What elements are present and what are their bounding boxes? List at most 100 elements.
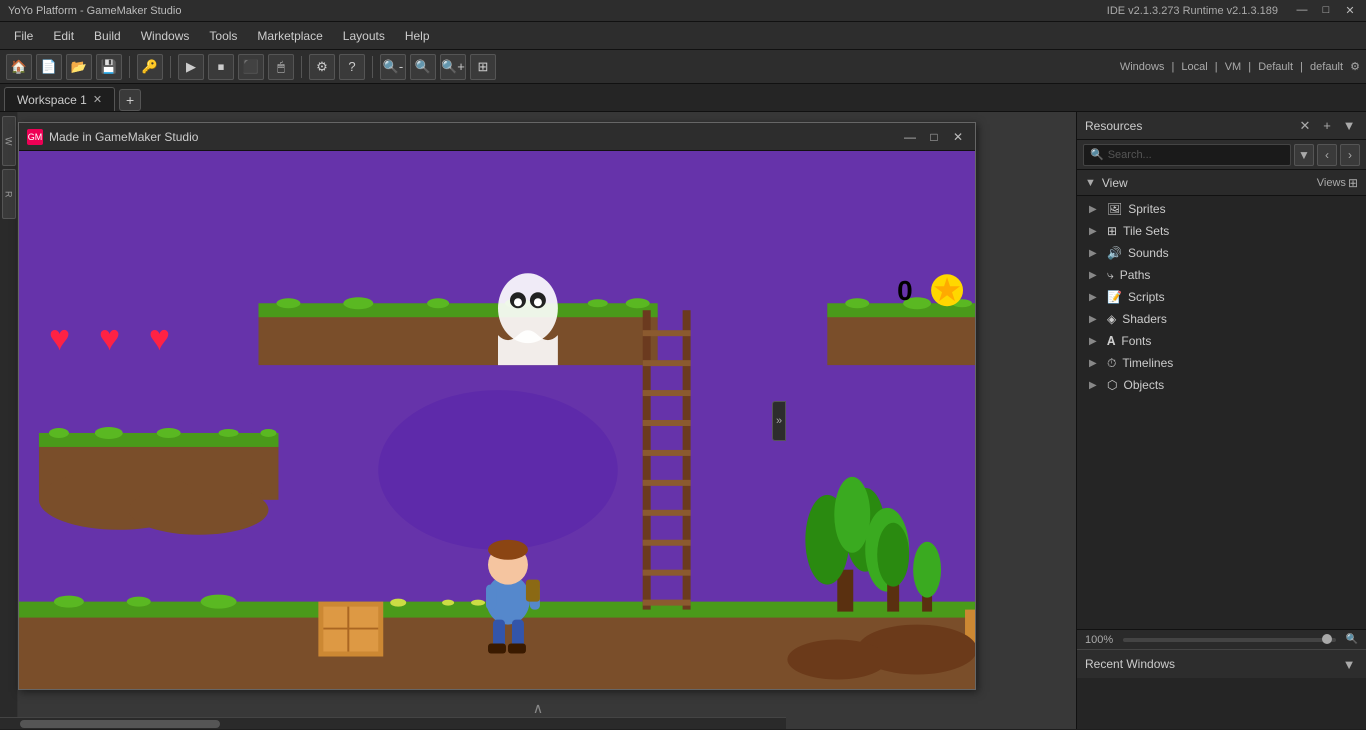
nav-next-btn[interactable]: › bbox=[1340, 144, 1360, 166]
mini-tab-2[interactable]: R bbox=[2, 169, 16, 219]
stop-button[interactable]: ⏹ bbox=[208, 54, 234, 80]
maximize-button[interactable]: □ bbox=[1318, 4, 1334, 17]
game-window-title: Made in GameMaker Studio bbox=[49, 130, 901, 144]
views-grid-icon: ⊞ bbox=[1348, 176, 1358, 190]
run-button[interactable]: ▶ bbox=[178, 54, 204, 80]
sep-2 bbox=[170, 56, 171, 78]
views-button[interactable]: Views ⊞ bbox=[1317, 176, 1358, 190]
objects-icon: ⬡ bbox=[1107, 378, 1117, 392]
new-button[interactable]: 📄 bbox=[36, 54, 62, 80]
side-panel-collapse-button[interactable]: » bbox=[772, 401, 786, 441]
workspace-tab-close[interactable]: ✕ bbox=[93, 93, 102, 106]
tilesets-label: Tile Sets bbox=[1123, 224, 1169, 238]
sounds-icon: 🔊 bbox=[1107, 246, 1122, 260]
recent-windows-title: Recent Windows bbox=[1085, 657, 1336, 671]
menu-windows[interactable]: Windows bbox=[131, 25, 200, 47]
resources-panel-add[interactable]: + bbox=[1318, 117, 1336, 135]
left-mini-panels: W R bbox=[0, 112, 18, 729]
debug-button[interactable]: ⬛ bbox=[238, 54, 264, 80]
open-button[interactable]: 📂 bbox=[66, 54, 92, 80]
workspace-tab[interactable]: Workspace 1 ✕ bbox=[4, 87, 115, 111]
tree-arrow-shaders: ▶ bbox=[1089, 314, 1101, 325]
mini-tab-1[interactable]: W bbox=[2, 116, 16, 166]
workspace[interactable]: W R GM Made in GameMaker Studio — □ ✕ bbox=[0, 112, 1076, 729]
zoom-reset-button[interactable]: 🔍 bbox=[410, 54, 436, 80]
side-panel: Resources ✕ + ▼ 🔍 Search... ▼ ‹ › ▼ View bbox=[1076, 112, 1366, 729]
tree-item-scripts[interactable]: ▶ 📝 Scripts bbox=[1077, 286, 1366, 308]
windows-label[interactable]: Windows bbox=[1120, 61, 1165, 73]
scripts-icon: 📝 bbox=[1107, 290, 1122, 304]
help-button[interactable]: ? bbox=[339, 54, 365, 80]
resources-panel-dropdown[interactable]: ▼ bbox=[1340, 117, 1358, 135]
dropdown-search-btn[interactable]: ▼ bbox=[1294, 144, 1314, 166]
clean-button[interactable]: 🖱 bbox=[268, 54, 294, 80]
timelines-label: Timelines bbox=[1122, 356, 1173, 370]
zoom-bar: 100% 🔍 bbox=[1077, 629, 1366, 649]
home-button[interactable]: 🏠 bbox=[6, 54, 32, 80]
shaders-icon: ◈ bbox=[1107, 312, 1116, 326]
default-label[interactable]: Default bbox=[1258, 61, 1293, 73]
search-box: 🔍 Search... bbox=[1083, 144, 1291, 166]
menu-edit[interactable]: Edit bbox=[43, 25, 84, 47]
bottom-chevron[interactable]: ∧ bbox=[533, 700, 543, 717]
resources-panel-header: Resources ✕ + ▼ bbox=[1077, 112, 1366, 140]
fonts-label: Fonts bbox=[1121, 334, 1151, 348]
shaders-label: Shaders bbox=[1122, 312, 1167, 326]
add-tab-button[interactable]: + bbox=[119, 89, 141, 111]
view-toggle[interactable]: ▼ bbox=[1085, 177, 1096, 189]
tree-item-sounds[interactable]: ▶ 🔊 Sounds bbox=[1077, 242, 1366, 264]
tree-arrow-fonts: ▶ bbox=[1089, 336, 1101, 347]
zoom-thumb[interactable] bbox=[1322, 634, 1332, 644]
zoom-track[interactable] bbox=[1123, 638, 1335, 642]
tree-item-paths[interactable]: ▶ ⤷ Paths bbox=[1077, 264, 1366, 286]
tab-bar: Workspace 1 ✕ + bbox=[0, 84, 1366, 112]
sep-1 bbox=[129, 56, 130, 78]
resources-panel: Resources ✕ + ▼ 🔍 Search... ▼ ‹ › ▼ View bbox=[1077, 112, 1366, 629]
gear-icon[interactable]: ⚙ bbox=[1350, 61, 1360, 73]
tree-item-fonts[interactable]: ▶ 𝐀 Fonts bbox=[1077, 330, 1366, 352]
grid-button[interactable]: ⊞ bbox=[470, 54, 496, 80]
local-label[interactable]: Local bbox=[1181, 61, 1207, 73]
tree-item-objects[interactable]: ▶ ⬡ Objects bbox=[1077, 374, 1366, 396]
separator: | bbox=[1172, 61, 1175, 73]
timelines-icon: ⏱ bbox=[1107, 356, 1116, 371]
game-window-titlebar: GM Made in GameMaker Studio — □ ✕ bbox=[19, 123, 975, 151]
menu-tools[interactable]: Tools bbox=[199, 25, 247, 47]
tree-item-tilesets[interactable]: ▶ ⊞ Tile Sets bbox=[1077, 220, 1366, 242]
game-window-icon: GM bbox=[27, 129, 43, 145]
vm-label[interactable]: VM bbox=[1225, 61, 1242, 73]
tree-arrow-sprites: ▶ bbox=[1089, 204, 1101, 215]
gw-minimize[interactable]: — bbox=[901, 130, 919, 144]
paths-label: Paths bbox=[1120, 268, 1151, 282]
gw-close[interactable]: ✕ bbox=[949, 130, 967, 144]
menu-build[interactable]: Build bbox=[84, 25, 131, 47]
title-bar: YoYo Platform - GameMaker Studio IDE v2.… bbox=[0, 0, 1366, 22]
zoom-out-button[interactable]: 🔍- bbox=[380, 54, 406, 80]
close-button[interactable]: ✕ bbox=[1342, 4, 1358, 17]
view-label: View bbox=[1102, 176, 1317, 190]
tree-item-shaders[interactable]: ▶ ◈ Shaders bbox=[1077, 308, 1366, 330]
build-settings-button[interactable]: 🔑 bbox=[137, 54, 163, 80]
svg-text:♥: ♥ bbox=[149, 317, 170, 358]
resources-panel-close[interactable]: ✕ bbox=[1296, 117, 1314, 135]
save-button[interactable]: 💾 bbox=[96, 54, 122, 80]
menu-file[interactable]: File bbox=[4, 25, 43, 47]
settings-button[interactable]: ⚙ bbox=[309, 54, 335, 80]
default2-label[interactable]: default bbox=[1310, 61, 1343, 73]
resources-toolbar: 🔍 Search... ▼ ‹ › bbox=[1077, 140, 1366, 170]
recent-windows-collapse[interactable]: ▼ bbox=[1340, 655, 1358, 673]
gw-maximize[interactable]: □ bbox=[925, 130, 943, 144]
zoom-level: 100% bbox=[1085, 634, 1113, 646]
tree-item-timelines[interactable]: ▶ ⏱ Timelines bbox=[1077, 352, 1366, 374]
tree-item-sprites[interactable]: ▶ 🖼 Sprites bbox=[1077, 198, 1366, 220]
fonts-icon: 𝐀 bbox=[1107, 334, 1115, 349]
menu-marketplace[interactable]: Marketplace bbox=[247, 25, 332, 47]
h-scroll-thumb[interactable] bbox=[20, 720, 220, 728]
minimize-button[interactable]: — bbox=[1294, 4, 1310, 17]
nav-prev-btn[interactable]: ‹ bbox=[1317, 144, 1337, 166]
menu-layouts[interactable]: Layouts bbox=[333, 25, 395, 47]
game-window: GM Made in GameMaker Studio — □ ✕ bbox=[18, 122, 976, 690]
menu-help[interactable]: Help bbox=[395, 25, 440, 47]
h-scrollbar[interactable] bbox=[0, 717, 786, 729]
zoom-in-button[interactable]: 🔍+ bbox=[440, 54, 466, 80]
